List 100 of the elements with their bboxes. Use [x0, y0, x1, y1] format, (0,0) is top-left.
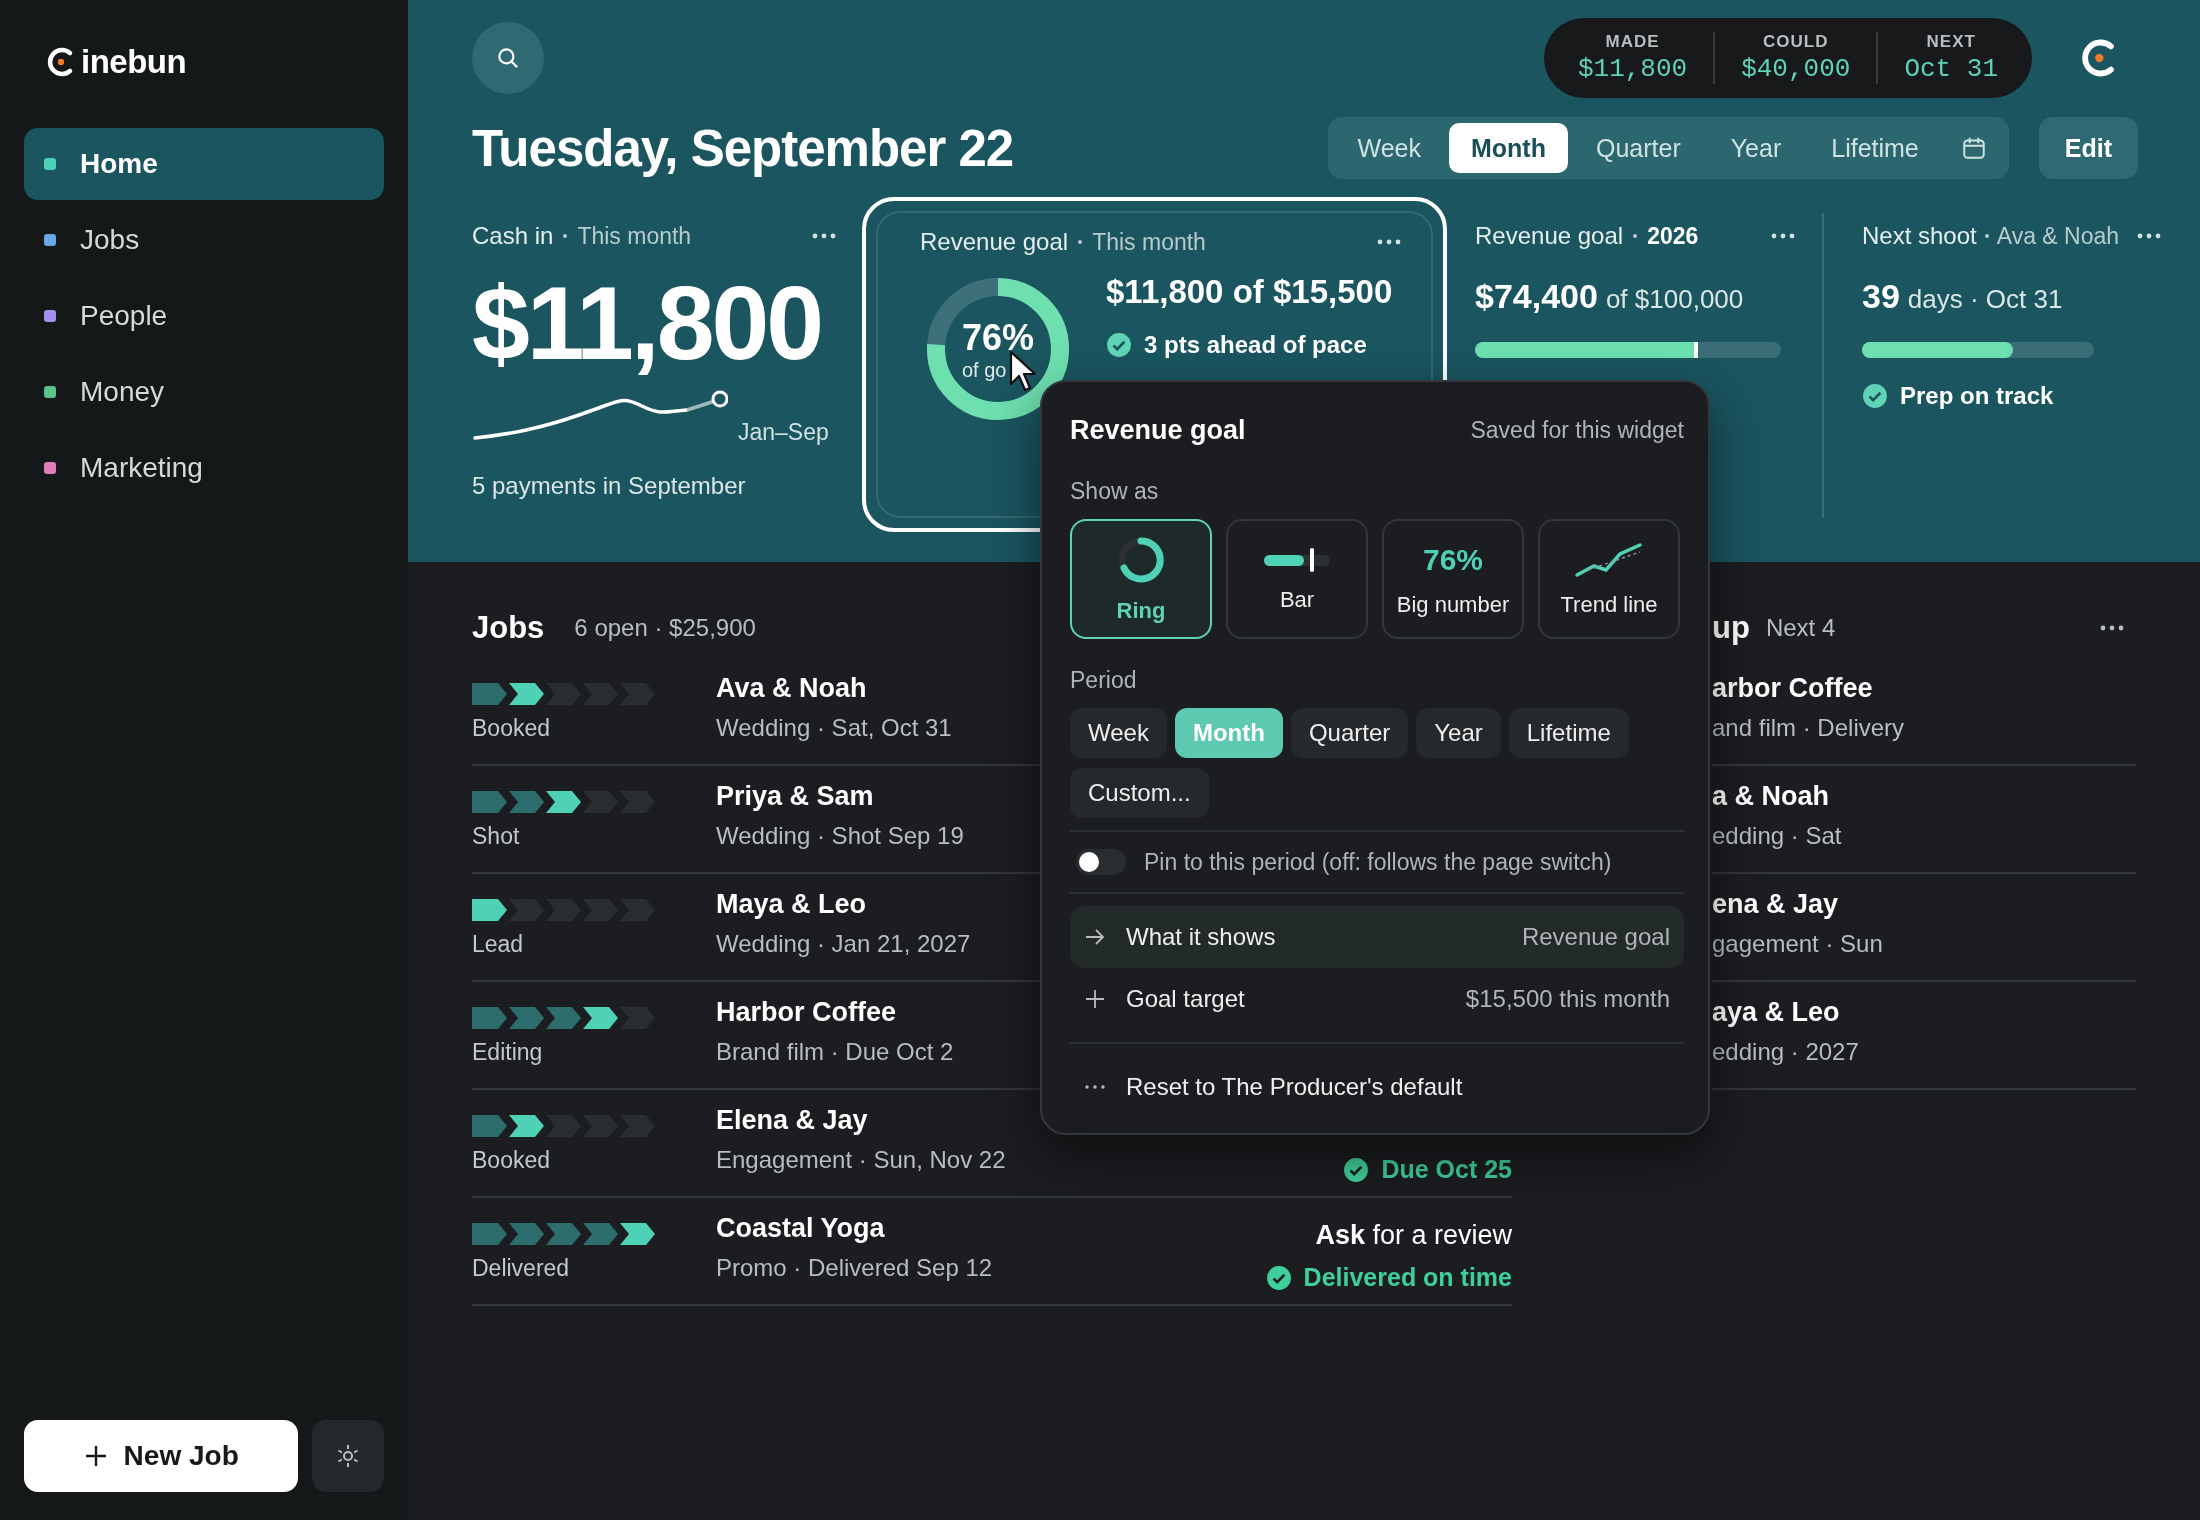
plus-icon [83, 1444, 108, 1468]
separator-dot [1078, 240, 1083, 244]
upcoming-name: aya & Leo [1712, 997, 1841, 1028]
separator-dot [563, 234, 568, 238]
period-tab[interactable]: Lifetime [1809, 123, 1941, 173]
nav-item[interactable]: Money [24, 356, 384, 428]
nav-item[interactable]: Home [24, 128, 384, 200]
cash-amount: $11,800 [472, 269, 823, 379]
display-option[interactable]: Trend line [1538, 519, 1680, 639]
widget-title: Revenue goal [920, 228, 1069, 256]
stat-label: MADE [1605, 32, 1660, 52]
job-status: Delivered [472, 1255, 571, 1282]
big-number-preview: 76% [1422, 542, 1483, 578]
job-status: Lead [472, 931, 525, 958]
widget-period: This month [577, 222, 692, 250]
job-status: Editing [472, 1039, 544, 1066]
period-chip[interactable]: Year [1416, 708, 1501, 758]
job-detail: Brand film · Due Oct 2 [716, 1038, 954, 1066]
display-option[interactable]: 76% Big number [1382, 519, 1524, 639]
payments-note: 5 payments in September [472, 472, 747, 501]
pin-toggle[interactable] [1076, 849, 1126, 875]
section-subtitle: Next 4 [1765, 614, 1836, 642]
section-label: Period [1070, 667, 1138, 694]
job-name: Maya & Leo [716, 889, 868, 920]
job-detail: Engagement · Sun, Nov 22 [716, 1146, 1006, 1174]
job-name: Priya & Sam [716, 781, 875, 812]
stat-label: COULD [1763, 32, 1829, 52]
period-tab[interactable]: Year [1708, 123, 1804, 173]
pace-status: 3 pts ahead of pace [1144, 331, 1367, 359]
new-job-button[interactable]: New Job [24, 1420, 299, 1492]
nav-item[interactable]: Marketing [24, 432, 384, 504]
year-target: of $100,000 [1605, 284, 1744, 315]
page-title: Tuesday, September 22 [472, 118, 1014, 178]
period-chip[interactable]: Quarter [1290, 708, 1409, 758]
period-tab[interactable]: Week [1335, 123, 1443, 173]
widget-title: Next shoot [1862, 222, 1977, 250]
check-icon [1265, 1264, 1292, 1291]
upcoming-row[interactable]: ena & Jay gagement · Sun [1712, 874, 2136, 982]
job-detail: Wedding · Shot Sep 19 [716, 822, 964, 850]
popover-note: Saved for this widget [1470, 416, 1684, 444]
more-icon[interactable] [2100, 625, 2124, 631]
goal-amount: $11,800 of $15,500 [1106, 273, 1393, 311]
upcoming-row[interactable]: aya & Leo edding · 2027 [1712, 982, 2136, 1090]
trend-line-icon [1574, 540, 1644, 580]
mouse-pointer-icon [1008, 349, 1038, 393]
job-due-status: Delivered on time [1303, 1263, 1512, 1292]
upcoming-row[interactable]: arbor Coffee and film · Delivery [1712, 658, 2136, 766]
nav-item[interactable]: Jobs [24, 204, 384, 276]
plus-icon [1084, 988, 1106, 1010]
nav-item[interactable]: People [24, 280, 384, 352]
job-detail: Promo · Delivered Sep 12 [716, 1254, 993, 1282]
more-icon[interactable] [1377, 239, 1401, 245]
sun-icon [336, 1444, 361, 1468]
year-amount: $74,400 [1475, 277, 1598, 316]
next-action: Ask for a review [1315, 1220, 1512, 1251]
stat-value: Oct 31 [1904, 54, 1998, 84]
upcoming-name: a & Noah [1712, 781, 1831, 812]
widget-title: Revenue goal [1475, 222, 1624, 250]
widget-period: This month [1092, 228, 1206, 256]
job-status: Shot [472, 823, 521, 850]
more-icon[interactable] [1771, 233, 1795, 239]
jobs-summary: 6 open · $25,900 [574, 614, 756, 642]
period-tab[interactable]: Quarter [1573, 123, 1703, 173]
theme-toggle-button[interactable] [312, 1420, 384, 1492]
job-due-status: Due Oct 25 [1381, 1155, 1512, 1184]
job-detail: Wedding · Jan 21, 2027 [716, 930, 971, 958]
job-row[interactable]: Delivered Coastal Yoga Promo · Delivered Sep 12 Ask for a review Delivered on time [472, 1198, 1512, 1306]
period-tab[interactable]: Month [1449, 123, 1568, 173]
period-chip[interactable]: Lifetime [1508, 708, 1629, 758]
days-date: days · Oct 31 [1907, 284, 2063, 315]
period-chip[interactable]: Custom... [1070, 768, 1209, 818]
calendar-icon [1960, 135, 1987, 161]
job-name: Harbor Coffee [716, 997, 898, 1028]
upcoming-name: ena & Jay [1712, 889, 1840, 920]
period-chip[interactable]: Week [1070, 708, 1167, 758]
edit-button[interactable]: Edit [2038, 117, 2138, 179]
stat-value: $40,000 [1741, 54, 1851, 84]
brand-name: inebun [81, 43, 187, 81]
display-option[interactable]: Ring [1070, 519, 1212, 639]
job-detail: Wedding · Sat, Oct 31 [716, 714, 952, 742]
upcoming-detail: and film · Delivery [1712, 714, 1906, 742]
stat-value: $11,800 [1577, 54, 1688, 84]
section-title: Jobs [472, 610, 545, 646]
stat-label: NEXT [1926, 32, 1976, 52]
percent-value: 76% [961, 316, 1035, 359]
more-icon[interactable] [2137, 233, 2162, 239]
prep-status: Prep on track [1900, 382, 2054, 410]
settings-row[interactable]: What it shows Revenue goal [1070, 906, 1684, 968]
widget-period: 2026 [1647, 222, 1699, 250]
more-icon [1084, 1085, 1106, 1089]
upcoming-detail: edding · Sat [1712, 822, 1843, 850]
check-icon [1862, 383, 1888, 409]
job-name: Elena & Jay [716, 1105, 869, 1136]
more-icon[interactable] [812, 233, 836, 239]
job-name: Ava & Noah [716, 673, 868, 704]
popover-title: Revenue goal [1070, 414, 1246, 446]
upcoming-name: arbor Coffee [1712, 673, 1874, 704]
display-option[interactable]: Bar [1226, 519, 1368, 639]
upcoming-row[interactable]: a & Noah edding · Sat [1712, 766, 2136, 874]
upcoming-detail: gagement · Sun [1712, 930, 1884, 958]
